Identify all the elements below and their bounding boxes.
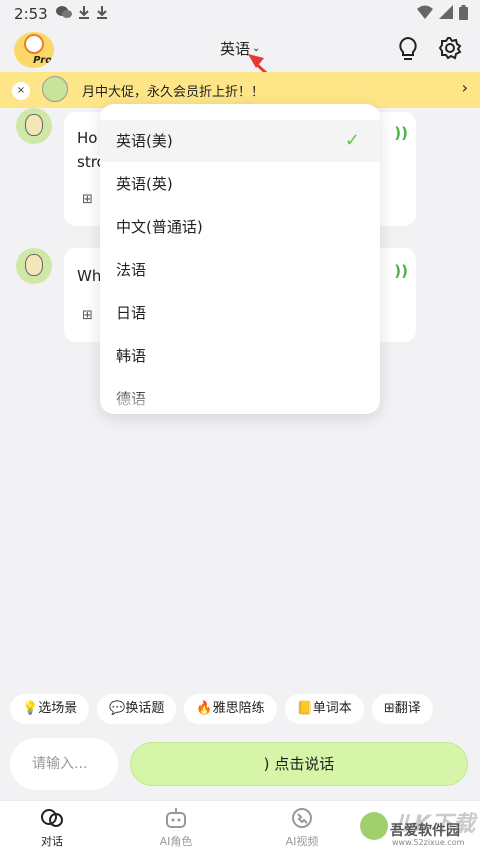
- status-bar: 2:53: [0, 0, 480, 28]
- wechat-icon: [56, 5, 72, 23]
- chip-label: 换话题: [125, 701, 165, 716]
- sound-icon[interactable]: )): [394, 262, 408, 280]
- chip-ielts[interactable]: 🔥雅思陪练: [184, 694, 277, 724]
- ai-avatar[interactable]: [16, 248, 52, 284]
- nav-label: AI角色: [159, 835, 193, 848]
- character-face-icon: [25, 114, 43, 136]
- language-option[interactable]: 英语(美) ✓: [100, 120, 380, 162]
- chip-label: 翻译: [394, 701, 421, 716]
- language-dropdown: 英语(美) ✓ 英语(英) 中文(普通话) 法语 日语 韩语 德语: [100, 104, 380, 414]
- chevron-right-icon[interactable]: ›: [462, 78, 468, 97]
- download-icon: [96, 5, 108, 23]
- chip-topic[interactable]: 💬换话题: [97, 694, 177, 724]
- promo-text: 月中大促，永久会员折上折！！: [82, 85, 265, 100]
- sound-icon[interactable]: )): [394, 124, 408, 142]
- close-icon[interactable]: ×: [12, 82, 30, 100]
- language-option[interactable]: 韩语: [100, 335, 380, 377]
- gear-icon[interactable]: [438, 36, 462, 60]
- language-option[interactable]: 中文(普通话): [100, 206, 380, 248]
- translate-icon[interactable]: ⊞: [82, 308, 93, 323]
- sound-wave-icon: ): [263, 755, 270, 773]
- lightbulb-icon[interactable]: [396, 36, 420, 62]
- nav-label: AI视频: [285, 835, 319, 848]
- language-option[interactable]: 英语(英): [100, 163, 380, 205]
- nav-label: 对话: [41, 835, 63, 848]
- watermark-url: www.52zixue.com: [392, 838, 465, 847]
- battery-icon: [459, 5, 468, 24]
- fire-icon: 🔥: [196, 701, 213, 716]
- chip-wordbook[interactable]: 📒单词本: [284, 694, 364, 724]
- scroll-fade: [100, 388, 380, 414]
- system-icons: [417, 5, 468, 24]
- promo-avatar: [42, 76, 68, 102]
- chip-label: 雅思陪练: [212, 701, 265, 716]
- notification-icons: [56, 5, 108, 23]
- download-icon: [78, 5, 90, 23]
- language-option-label: 英语(英): [116, 175, 173, 193]
- watermark: ルK下载 吾爱软件园 www.52zixue.com: [360, 806, 480, 850]
- language-option-label: 英语(美): [116, 132, 173, 150]
- chat-bubble-icon: 💬: [109, 701, 126, 716]
- suggestion-chips: 💡选场景 💬换话题 🔥雅思陪练 📒单词本 ⊞翻译: [10, 694, 433, 724]
- watermark-name: 吾爱软件园: [390, 823, 460, 839]
- wifi-icon: [417, 5, 433, 24]
- video-call-icon: [262, 807, 342, 831]
- chat-icon: [12, 807, 92, 831]
- translate-icon[interactable]: ⊞: [82, 192, 93, 207]
- robot-icon: [136, 807, 216, 831]
- message-input[interactable]: [10, 738, 118, 790]
- nav-ai-role[interactable]: AI角色: [136, 807, 216, 849]
- signal-icon: [439, 5, 453, 24]
- ai-avatar[interactable]: [16, 108, 52, 144]
- pro-avatar[interactable]: Pro: [14, 32, 54, 68]
- chip-scene[interactable]: 💡选场景: [10, 694, 90, 724]
- language-option-label: 法语: [116, 261, 147, 279]
- chip-label: 选场景: [38, 701, 78, 716]
- nav-ai-video[interactable]: AI视频: [262, 807, 342, 849]
- language-option-label: 韩语: [116, 347, 147, 365]
- chip-translate[interactable]: ⊞翻译: [371, 694, 433, 724]
- watermark-logo-icon: [360, 812, 388, 840]
- status-time: 2:53: [14, 5, 48, 23]
- speak-button[interactable]: ) 点击说话: [130, 742, 468, 786]
- character-face-icon: [25, 254, 43, 276]
- translate-icon: ⊞: [383, 701, 395, 716]
- speak-button-label: 点击说话: [274, 755, 335, 773]
- message-line: Wh: [77, 267, 102, 285]
- lightbulb-icon: 💡: [22, 701, 39, 716]
- language-option[interactable]: 日语: [100, 292, 380, 334]
- checkmark-icon: ✓: [344, 130, 360, 151]
- nav-chat[interactable]: 对话: [12, 807, 92, 849]
- chip-label: 单词本: [312, 701, 352, 716]
- language-option-label: 日语: [116, 304, 147, 322]
- pro-badge: Pro: [33, 55, 52, 66]
- language-option-label: 中文(普通话): [116, 218, 203, 236]
- promo-banner[interactable]: × 月中大促，永久会员折上折！！ ›: [0, 72, 480, 108]
- notebook-icon: 📒: [296, 701, 313, 716]
- rabbit-icon: [24, 34, 44, 54]
- language-option[interactable]: 法语: [100, 249, 380, 291]
